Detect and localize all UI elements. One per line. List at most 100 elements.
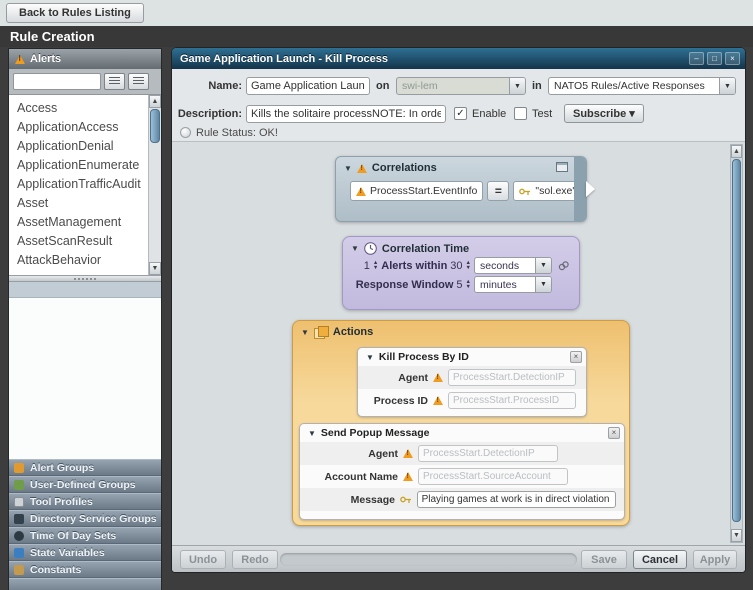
scrollbar-thumb[interactable] <box>150 109 160 143</box>
remove-action-icon[interactable]: × <box>608 427 620 439</box>
dialog-titlebar[interactable]: Game Application Launch - Kill Process –… <box>172 48 745 69</box>
operator-button[interactable]: = <box>487 181 509 201</box>
correlation-value[interactable]: "sol.exe" <box>513 181 582 201</box>
accordion-item-user-defined-groups[interactable]: User-Defined Groups <box>9 476 161 493</box>
scroll-up-icon[interactable]: ▲ <box>149 95 161 108</box>
within-unit-dropdown[interactable]: seconds ▼ <box>474 257 552 274</box>
list-item[interactable]: Access <box>9 99 161 118</box>
accordion-item-alert-groups[interactable]: Alert Groups <box>9 459 161 476</box>
correlation-time-box: ▼ Correlation Time 1 ▲▼ Alerts within 30… <box>342 236 580 310</box>
response-unit-dropdown[interactable]: minutes ▼ <box>474 276 552 293</box>
kill-process-title: Kill Process By ID <box>379 351 565 363</box>
collapse-icon[interactable]: ▼ <box>344 164 352 173</box>
accordion-item-partial[interactable] <box>9 578 161 590</box>
enable-checkbox[interactable]: ✓ <box>454 107 467 120</box>
key-icon <box>519 187 531 196</box>
scroll-down-icon[interactable]: ▼ <box>731 529 742 542</box>
collapse-icon[interactable]: ▼ <box>301 328 309 337</box>
list-item[interactable]: ApplicationTrafficAudit <box>9 175 161 194</box>
stepper-icon[interactable]: ▲▼ <box>373 261 378 271</box>
collapse-icon[interactable]: ▼ <box>366 353 374 362</box>
popup-agent-label: Agent <box>308 448 398 460</box>
policy-dropdown[interactable]: NATO5 Rules/Active Responses ▼ <box>548 77 736 95</box>
accordion-label: Time Of Day Sets <box>30 530 116 542</box>
collapse-icon[interactable]: ▼ <box>351 244 359 253</box>
warning-icon <box>433 396 443 405</box>
description-input[interactable] <box>246 105 446 123</box>
accordion-item-tool-profiles[interactable]: Tool Profiles <box>9 493 161 510</box>
rule-name-input[interactable] <box>246 77 370 95</box>
list-item[interactable]: AssetManagement <box>9 213 161 232</box>
accordion-item-constants[interactable]: Constants <box>9 561 161 578</box>
accordion-item-time-of-day-sets[interactable]: Time Of Day Sets <box>9 527 161 544</box>
message-input[interactable] <box>417 491 616 508</box>
maximize-icon[interactable]: □ <box>707 52 722 65</box>
correlations-title: Correlations <box>372 162 437 174</box>
kill-agent-input[interactable] <box>448 369 576 386</box>
tool-profiles-icon <box>14 497 24 507</box>
account-name-label: Account Name <box>308 471 398 483</box>
scroll-down-icon[interactable]: ▼ <box>149 262 161 275</box>
time-of-day-icon <box>14 531 24 541</box>
actions-title: Actions <box>333 326 373 338</box>
alerts-search-input[interactable] <box>13 73 101 90</box>
test-checkbox[interactable] <box>514 107 527 120</box>
back-to-rules-button[interactable]: Back to Rules Listing <box>6 3 144 23</box>
page-title: Rule Creation <box>0 26 753 47</box>
sidebar-splitter[interactable] <box>9 275 161 282</box>
alert-warning-icon <box>15 55 25 64</box>
in-label: in <box>532 80 546 92</box>
accordion-label: Directory Service Groups <box>30 513 157 525</box>
accordion-item-directory-service-groups[interactable]: Directory Service Groups <box>9 510 161 527</box>
list-item[interactable]: AssetScanResult <box>9 232 161 251</box>
subscribe-button[interactable]: Subscribe ▾ <box>564 104 644 123</box>
scrollbar-thumb[interactable] <box>732 159 741 522</box>
undo-button[interactable]: Undo <box>180 550 226 569</box>
link-icon[interactable] <box>558 261 569 271</box>
stepper-icon[interactable]: ▲▼ <box>466 261 471 271</box>
dialog-footer: Undo Redo Save Cancel Apply <box>172 545 745 572</box>
close-icon[interactable]: × <box>725 52 740 65</box>
list-item[interactable]: ApplicationDenial <box>9 137 161 156</box>
chevron-down-icon[interactable]: ▼ <box>535 277 551 292</box>
accordion-item-state-variables[interactable]: State Variables <box>9 544 161 561</box>
correlations-output-arrow[interactable] <box>586 181 595 197</box>
tree-view-button[interactable] <box>104 73 125 90</box>
minimize-icon[interactable]: – <box>689 52 704 65</box>
list-item[interactable]: ApplicationAccess <box>9 118 161 137</box>
stepper-icon[interactable]: ▲▼ <box>466 280 471 290</box>
message-label: Message <box>308 494 395 506</box>
scroll-up-icon[interactable]: ▲ <box>731 145 742 158</box>
collapse-icon[interactable]: ▼ <box>308 429 316 438</box>
process-id-input[interactable] <box>448 392 576 409</box>
popup-agent-input[interactable] <box>418 445 558 462</box>
account-name-input[interactable] <box>418 468 568 485</box>
warning-icon <box>403 472 413 481</box>
list-item[interactable]: AttackBehavior <box>9 251 161 270</box>
alerts-panel-header[interactable]: Alerts <box>9 49 161 69</box>
alert-groups-icon <box>14 463 24 473</box>
alerts-list: Access ApplicationAccess ApplicationDeni… <box>9 95 161 275</box>
device-dropdown[interactable]: swi-lem ▼ <box>396 77 526 95</box>
list-item[interactable]: ApplicationEnumerate <box>9 156 161 175</box>
list-item[interactable]: Asset <box>9 194 161 213</box>
alerts-list-scrollbar[interactable]: ▲ ▼ <box>148 95 161 275</box>
sidebar-band <box>9 282 161 298</box>
correlation-field[interactable]: ProcessStart.EventInfo <box>350 181 483 201</box>
remove-action-icon[interactable]: × <box>570 351 582 363</box>
cancel-button[interactable]: Cancel <box>633 550 687 569</box>
chevron-down-icon[interactable]: ▼ <box>509 78 525 94</box>
canvas-scrollbar[interactable]: ▲ ▼ <box>730 144 743 543</box>
accordion-label: Tool Profiles <box>30 496 93 508</box>
redo-button[interactable]: Redo <box>232 550 278 569</box>
accordion-label: User-Defined Groups <box>30 479 136 491</box>
actions-icon <box>314 326 328 338</box>
apply-button[interactable]: Apply <box>693 550 737 569</box>
alerts-search-row <box>9 69 161 95</box>
chevron-down-icon[interactable]: ▼ <box>535 258 551 273</box>
save-button[interactable]: Save <box>581 550 627 569</box>
popout-icon[interactable] <box>556 162 568 172</box>
chevron-down-icon[interactable]: ▼ <box>719 78 735 94</box>
list-view-button[interactable] <box>128 73 149 90</box>
user-defined-groups-icon <box>14 480 24 490</box>
